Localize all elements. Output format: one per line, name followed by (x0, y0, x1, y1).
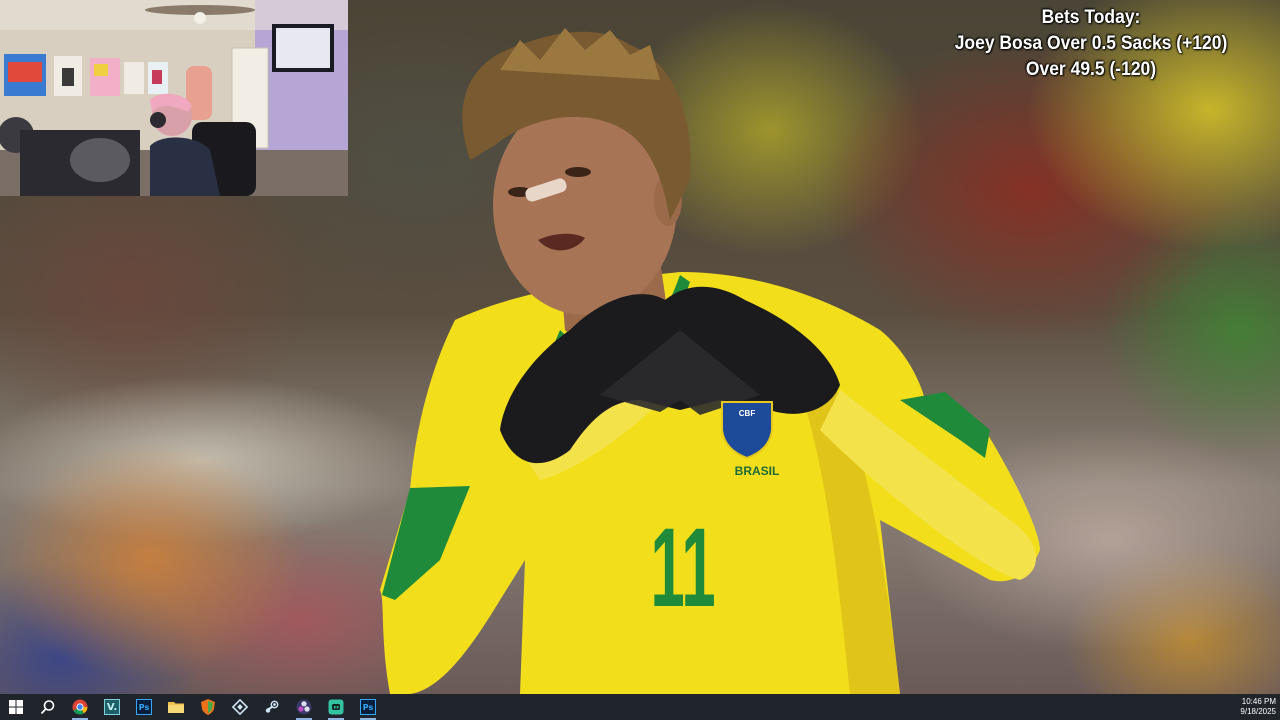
system-clock[interactable]: 10:46 PM 9/18/2025 (1216, 697, 1280, 717)
taskbar-app-photoshop-2[interactable]: Ps (352, 694, 384, 720)
bets-title: Bets Today: (1041, 7, 1141, 28)
crest-text: CBF (739, 409, 756, 418)
photoshop-icon: Ps (136, 699, 152, 715)
bet-line-1: Joey Bosa Over 0.5 Sacks (+120) (954, 33, 1228, 54)
jersey-number: 11 (651, 506, 716, 631)
obs-icon (296, 699, 312, 715)
webcam-feed (0, 0, 348, 196)
streamlabs-icon (328, 699, 344, 715)
taskbar-app-file-explorer[interactable] (160, 694, 192, 720)
search-icon (40, 700, 55, 715)
jersey-brasil-text: BRASIL (735, 464, 780, 478)
taskbar-app-kodi[interactable] (224, 694, 256, 720)
right-eye (565, 167, 591, 177)
taskbar: V. Ps Ps 10:46 PM 9/18/2025 (0, 694, 1280, 720)
taskbar-app-vegas[interactable]: V. (96, 694, 128, 720)
search-button[interactable] (32, 694, 64, 720)
desktop: CBF BRASIL 11 Bets Today: Joey Bosa Over… (0, 0, 1280, 720)
steam-icon (265, 700, 279, 713)
bet-line-2: Over 49.5 (-120) (1025, 59, 1157, 80)
vegas-icon: V. (104, 699, 120, 715)
taskbar-app-chrome[interactable] (64, 694, 96, 720)
taskbar-app-steam[interactable] (256, 694, 288, 720)
photoshop-icon: Ps (360, 699, 376, 715)
taskbar-app-obs[interactable] (288, 694, 320, 720)
webcam-overlay (0, 0, 348, 196)
taskbar-app-photoshop[interactable]: Ps (128, 694, 160, 720)
taskbar-app-streamlabs[interactable] (320, 694, 352, 720)
clock-date: 9/18/2025 (1240, 707, 1276, 716)
bets-overlay: Bets Today: Joey Bosa Over 0.5 Sacks (+1… (939, 5, 1243, 83)
clock-time: 10:46 PM (1241, 697, 1276, 706)
kodi-icon (232, 699, 248, 715)
taskbar-app-shield[interactable] (192, 694, 224, 720)
chrome-icon (72, 699, 88, 715)
folder-icon (168, 702, 184, 713)
shield-icon (201, 699, 215, 715)
start-button[interactable] (0, 694, 32, 720)
windows-logo-icon (9, 700, 23, 714)
